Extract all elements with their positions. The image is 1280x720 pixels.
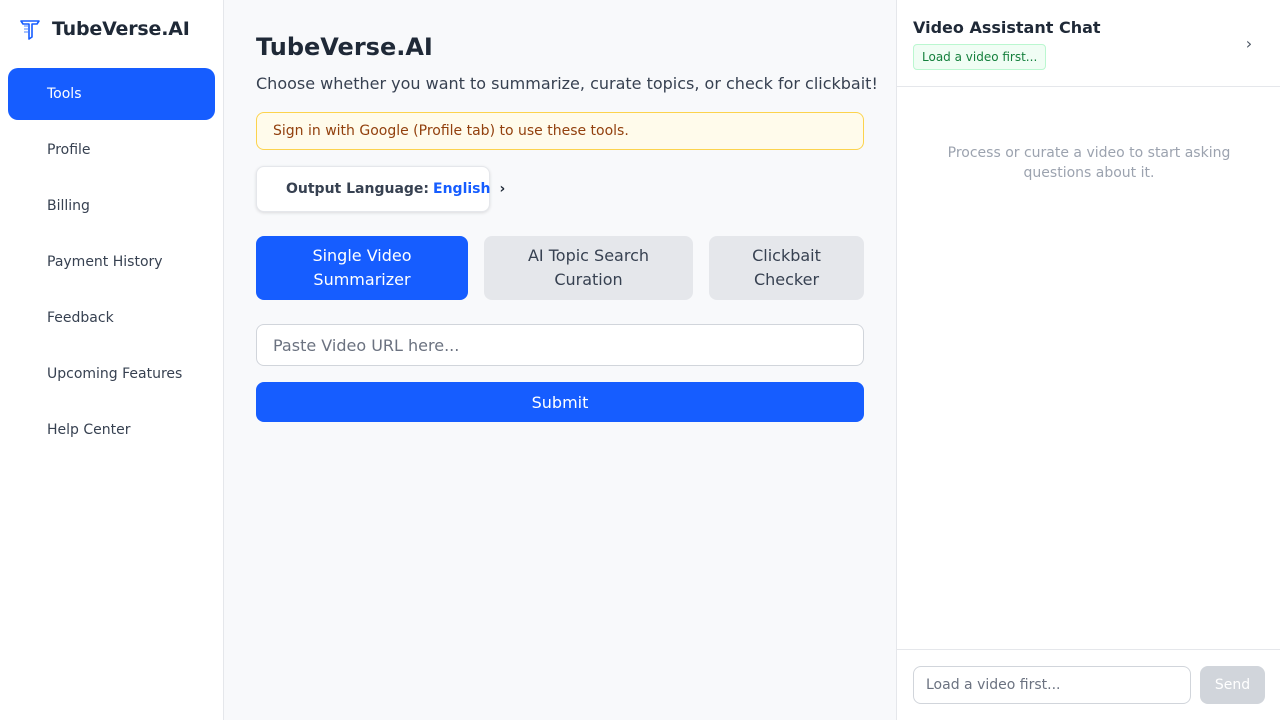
- sidebar-item-feedback[interactable]: Feedback: [8, 292, 215, 344]
- chevron-right-icon[interactable]: ›: [1241, 32, 1257, 56]
- output-language-button[interactable]: Output Language: English ›: [256, 166, 505, 212]
- mode-clickbait-checker[interactable]: Clickbait Checker: [709, 236, 864, 300]
- sidebar: TubeVerse.AI Tools Profile Billing Payme…: [0, 0, 224, 720]
- sidebar-item-label: Feedback: [47, 310, 114, 326]
- sidebar-item-label: Payment History: [47, 254, 163, 270]
- sidebar-item-profile[interactable]: Profile: [8, 124, 215, 176]
- sidebar-item-help-center[interactable]: Help Center: [8, 404, 215, 456]
- sidebar-item-tools[interactable]: Tools: [8, 68, 215, 120]
- mode-label-line1: Single Video: [312, 246, 412, 265]
- mode-label-line1: AI Topic Search: [527, 246, 650, 265]
- sidebar-nav: Tools Profile Billing Payment History Fe…: [8, 68, 215, 460]
- output-language-label: Output Language:: [286, 181, 430, 197]
- sidebar-item-label: Billing: [47, 198, 90, 214]
- brand[interactable]: TubeVerse.AI: [19, 18, 190, 40]
- chat-panel: Video Assistant Chat Load a video first.…: [896, 0, 1280, 720]
- submit-button[interactable]: Submit: [256, 382, 864, 422]
- page-subtitle: Choose whether you want to summarize, cu…: [256, 74, 878, 93]
- send-button[interactable]: Send: [1200, 666, 1265, 704]
- chevron-right-icon: ›: [499, 181, 506, 197]
- brand-name: TubeVerse.AI: [52, 18, 190, 40]
- mode-ai-topic-search-curation[interactable]: AI Topic Search Curation: [484, 236, 693, 300]
- mode-label-line2: Checker: [753, 270, 820, 289]
- main-content: TubeVerse.AI Choose whether you want to …: [224, 0, 896, 720]
- sidebar-item-payment-history[interactable]: Payment History: [8, 236, 215, 288]
- mode-label-line2: Curation: [554, 270, 623, 289]
- sidebar-item-label: Tools: [47, 86, 82, 102]
- chat-status-text: Load a video first...: [922, 50, 1038, 64]
- chat-footer: Send: [897, 649, 1280, 720]
- chat-title: Video Assistant Chat: [913, 18, 1101, 37]
- sidebar-item-billing[interactable]: Billing: [8, 180, 215, 232]
- chat-empty-message: Process or curate a video to start askin…: [947, 145, 1231, 181]
- sidebar-item-upcoming-features[interactable]: Upcoming Features: [8, 348, 215, 400]
- mode-single-video-summarizer[interactable]: Single Video Summarizer: [256, 236, 468, 300]
- chat-message-input[interactable]: [913, 666, 1191, 704]
- sidebar-item-label: Profile: [47, 142, 91, 158]
- chat-status-badge: Load a video first...: [913, 44, 1047, 70]
- tubeverse-logo-icon: [20, 20, 40, 40]
- app-root: TubeVerse.AI Tools Profile Billing Payme…: [0, 0, 1280, 720]
- mode-label-line2: Summarizer: [313, 270, 411, 289]
- sign-in-alert: Sign in with Google (Profile tab) to use…: [256, 112, 864, 150]
- sign-in-alert-text: Sign in with Google (Profile tab) to use…: [273, 123, 629, 139]
- chat-header: Video Assistant Chat Load a video first.…: [897, 0, 1280, 87]
- video-url-input[interactable]: [256, 324, 864, 366]
- sidebar-item-label: Help Center: [47, 422, 131, 438]
- mode-label-line1: Clickbait: [752, 246, 821, 265]
- page-title: TubeVerse.AI: [256, 33, 433, 61]
- output-language-value: English: [433, 181, 491, 197]
- sidebar-item-label: Upcoming Features: [47, 366, 183, 382]
